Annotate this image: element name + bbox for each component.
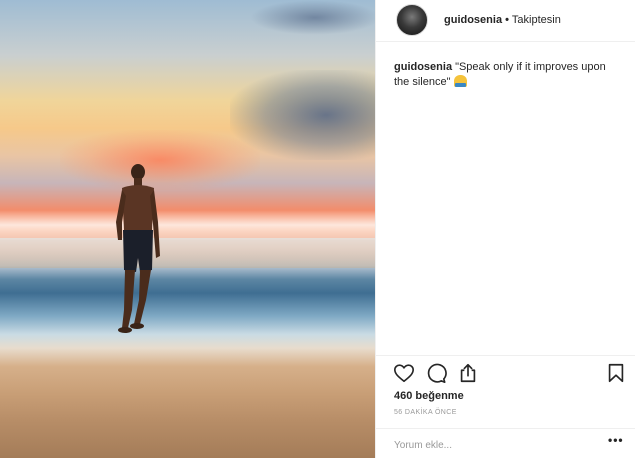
- photo-surf: [0, 210, 375, 240]
- comment-input[interactable]: [394, 437, 594, 453]
- post-photo[interactable]: [0, 0, 375, 458]
- bookmark-icon[interactable]: [605, 362, 627, 384]
- post-header-text: guidosenia • Takiptesin: [444, 14, 561, 26]
- person-meditating-emoji-icon: [453, 75, 467, 87]
- photo-wet-sand: [0, 238, 375, 268]
- photo-person: [116, 164, 160, 333]
- post-header: guidosenia • Takiptesin: [376, 0, 635, 42]
- post-caption: guidosenia "Speak only if it improves upo…: [394, 60, 624, 90]
- more-options-icon[interactable]: •••: [608, 433, 624, 447]
- username-link[interactable]: guidosenia: [444, 14, 502, 26]
- photo-cloud: [250, 0, 375, 35]
- action-bar: [376, 355, 635, 389]
- separator-dot: •: [505, 14, 509, 26]
- share-icon[interactable]: [457, 362, 479, 384]
- like-count[interactable]: 460 beğenme: [394, 390, 464, 402]
- heart-icon[interactable]: [393, 362, 415, 384]
- comment-bar: •••: [376, 428, 635, 458]
- caption-username-link[interactable]: guidosenia: [394, 61, 452, 73]
- avatar[interactable]: [396, 4, 428, 36]
- post-timestamp[interactable]: 56 DAKİKA ÖNCE: [394, 409, 457, 416]
- follow-status[interactable]: Takiptesin: [512, 14, 561, 26]
- post-sidebar: guidosenia • Takiptesin guidosenia "Speak o…: [375, 0, 635, 458]
- comment-icon[interactable]: [425, 362, 447, 384]
